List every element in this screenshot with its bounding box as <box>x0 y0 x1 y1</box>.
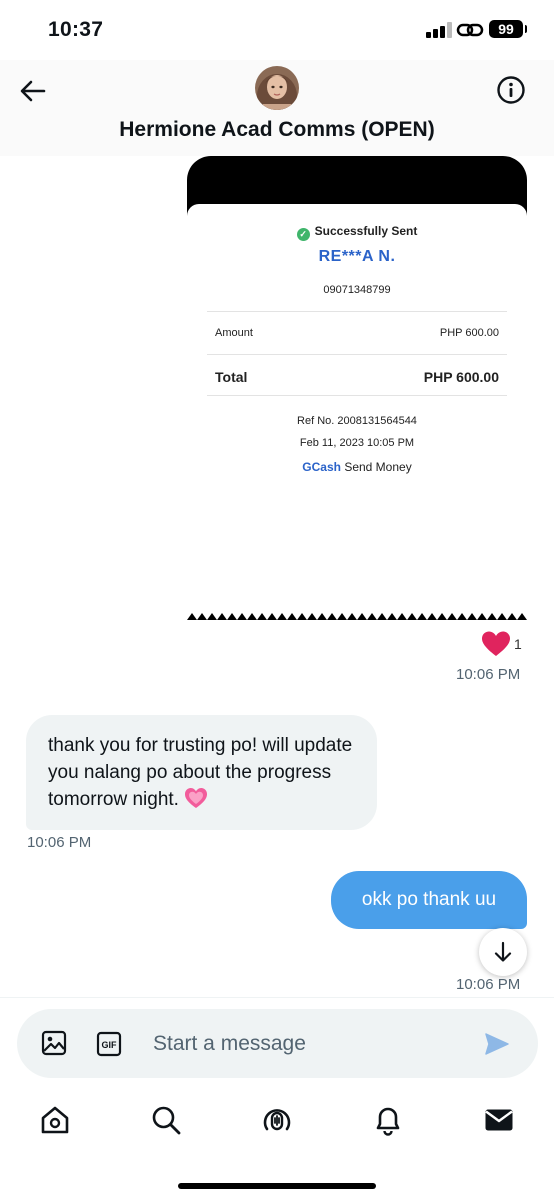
gcash-logo: GCash <box>302 460 341 474</box>
message-time: 10:06 PM <box>456 666 521 683</box>
message-input[interactable] <box>153 1029 453 1059</box>
divider <box>207 354 507 355</box>
receipt-zigzag-edge <box>187 613 527 620</box>
arrow-down-icon <box>494 941 512 962</box>
service-label: Send Money <box>344 460 412 474</box>
gif-icon[interactable]: GIF <box>96 1031 122 1057</box>
message-time: 10:06 PM <box>456 976 521 993</box>
chat-title[interactable]: Hermione Acad Comms (OPEN) <box>0 118 554 142</box>
receipt-number: 09071348799 <box>323 284 391 296</box>
message-bubble-incoming[interactable]: thank you for trusting po! will update y… <box>26 715 377 830</box>
growing-heart-emoji-icon <box>185 788 208 808</box>
battery-icon: 99 <box>489 20 527 38</box>
status-time: 10:37 <box>48 18 104 41</box>
scroll-to-bottom-button[interactable] <box>479 928 527 976</box>
receipt-total-row: Total PHP 600.00 <box>215 369 499 385</box>
receipt-service: GCash Send Money <box>187 460 527 474</box>
message-bubble-outgoing[interactable]: okk po thank uu <box>331 871 527 929</box>
avatar-portrait-icon <box>255 66 299 110</box>
total-value: PHP 600.00 <box>423 369 499 385</box>
bell-icon[interactable] <box>372 1104 404 1136</box>
arrow-left-icon[interactable] <box>18 76 48 106</box>
reaction-count: 1 <box>514 636 522 652</box>
receipt-status-text: Successfully Sent <box>314 224 418 238</box>
total-label: Total <box>215 369 248 385</box>
status-bar: 10:37 99 <box>0 0 554 60</box>
receipt-paper: ✓ Successfully Sent RE***A N. 09071348799… <box>187 204 527 620</box>
spaces-icon[interactable] <box>261 1104 293 1136</box>
search-icon[interactable] <box>150 1104 182 1136</box>
receipt-status: ✓ Successfully Sent <box>187 224 527 241</box>
receipt-image[interactable]: ✓ Successfully Sent RE***A N. 09071348799… <box>187 156 527 620</box>
message-time: 10:06 PM <box>27 834 92 851</box>
message-composer: GIF <box>17 1009 538 1078</box>
divider <box>207 395 507 396</box>
check-circle-icon: ✓ <box>296 228 310 241</box>
image-icon[interactable] <box>41 1030 67 1056</box>
link-icon <box>456 23 484 37</box>
avatar[interactable] <box>255 66 299 110</box>
signal-icon <box>426 22 452 38</box>
receipt-recipient: RE***A N. <box>318 248 396 265</box>
amount-label: Amount <box>215 327 253 339</box>
receipt-ref: Ref No. 2008131564544 <box>297 415 417 427</box>
heart-reaction-icon[interactable] <box>481 630 511 658</box>
chat-header: Hermione Acad Comms (OPEN) <box>0 60 554 156</box>
mail-icon[interactable] <box>483 1104 515 1136</box>
divider <box>207 311 507 312</box>
amount-value: PHP 600.00 <box>439 327 499 339</box>
info-icon[interactable] <box>495 74 527 106</box>
svg-text:GIF: GIF <box>102 1040 118 1050</box>
send-icon[interactable] <box>484 1031 510 1057</box>
divider <box>0 997 554 998</box>
receipt-amount-row: Amount PHP 600.00 <box>215 327 499 339</box>
home-indicator <box>178 1183 376 1189</box>
home-icon[interactable] <box>39 1104 71 1136</box>
receipt-date: Feb 11, 2023 10:05 PM <box>299 437 415 449</box>
